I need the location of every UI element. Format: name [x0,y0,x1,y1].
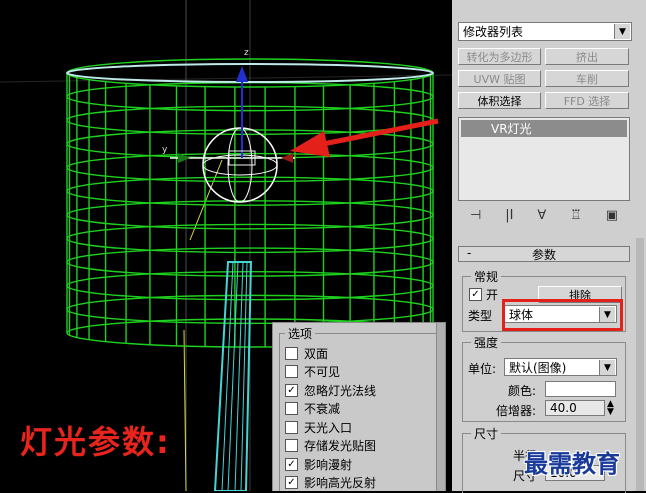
overlay-label: 灯光参数: [20,423,171,461]
option-row[interactable]: 双面 [285,345,328,361]
options-panel: 选项 双面不可见 ✓ 忽略灯光法线 不衰减天光入口存储发光贴图 ✓ 影响漫射 ✓ 影响高光反射 [272,322,446,491]
convert-to-poly-button[interactable]: 转化为多边形 [458,48,541,65]
lamp-stand-wireframe [213,261,253,491]
size-group-title: 尺寸 [471,425,502,442]
modifier-list-dropdown[interactable]: 修改器列表 ▼ [458,22,632,41]
volume-select-button[interactable]: 体积选择 [458,92,541,109]
multiplier-field[interactable]: 40.0 [545,400,605,416]
option-row[interactable]: 不衰减 [285,401,340,417]
uvw-map-button[interactable]: UVW 贴图 [458,70,541,87]
unit-value: 默认(图像) [509,360,567,375]
option-checkbox[interactable] [285,402,298,415]
option-row[interactable]: ✓ 影响漫射 [285,456,352,472]
chevron-down-icon[interactable]: ▼ [599,360,615,375]
option-row[interactable]: ✓ 影响高光反射 [285,475,376,491]
option-row[interactable]: 天光入口 [285,419,352,435]
options-title: 选项 [285,325,316,342]
pin-stack-icon[interactable]: ⊣ [470,208,481,223]
configure-sets-icon[interactable]: ▣ [606,208,618,223]
option-row[interactable]: 存储发光贴图 [285,438,376,454]
svg-text:z: z [244,48,249,58]
ffd-select-button[interactable]: FFD 选择 [545,92,629,109]
collapse-icon: - [467,246,472,260]
option-row[interactable]: ✓ 忽略灯光法线 [285,382,376,398]
option-label: 影响高光反射 [304,476,377,490]
option-label: 天光入口 [304,420,353,435]
highlight-box [502,299,623,331]
options-scrollbar[interactable] [436,323,445,491]
color-swatch[interactable] [545,381,616,397]
option-checkbox[interactable]: ✓ [285,476,298,489]
option-checkbox[interactable]: ✓ [285,457,298,471]
type-label: 类型 [468,309,493,323]
remove-modifier-icon[interactable]: ♖ [570,208,582,223]
show-end-result-icon[interactable]: |I [505,208,513,223]
intensity-group-title: 强度 [471,334,502,351]
multiplier-label: 倍增器: [496,404,537,418]
parameters-rollout-header[interactable]: - 参数 [458,246,630,262]
chevron-down-icon[interactable]: ▼ [614,24,630,39]
option-label: 双面 [304,346,329,361]
option-row[interactable]: 不可见 [285,364,340,380]
spinner-icon[interactable]: ▲ ▼ [607,400,614,417]
color-label: 颜色: [508,384,537,398]
make-unique-icon[interactable]: ∀ [537,208,546,223]
stack-item-vray-light[interactable]: VR灯光 [461,120,627,137]
rollout-title: 参数 [531,247,556,262]
svg-text:y: y [162,145,168,155]
watermark-logo: 最需教育 [524,450,620,478]
option-checkbox[interactable]: ✓ [285,383,298,397]
option-checkbox[interactable] [285,439,298,452]
on-label: 开 [486,288,499,302]
option-label: 影响漫射 [304,457,353,472]
option-checkbox[interactable] [285,365,298,378]
panel-scrollbar[interactable] [636,238,644,491]
general-group-title: 常规 [471,268,502,285]
on-checkbox[interactable]: ✓ [469,288,482,301]
command-panel: 修改器列表 ▼ 转化为多边形 挤出 UVW 贴图 车削 体积选择 FFD 选择 … [452,0,646,493]
viewport-perspective[interactable]: z y 灯光参数: 选项 双面不可见 ✓ 忽略灯光法线 不衰减天光入口存储发光贴图 ✓ 影… [0,0,452,491]
option-label: 不可见 [304,365,341,379]
modifier-list-label: 修改器列表 [463,25,524,39]
sphere-light-gizmo[interactable]: z y [162,48,295,203]
option-checkbox[interactable] [285,420,298,434]
option-label: 存储发光贴图 [304,439,377,453]
multiplier-value: 40.0 [550,401,577,415]
lathe-button[interactable]: 车削 [545,70,629,87]
option-label: 忽略灯光法线 [304,383,377,398]
unit-dropdown[interactable]: 默认(图像) ▼ [504,358,617,376]
option-checkbox[interactable] [285,346,298,360]
option-label: 不衰减 [304,402,341,416]
annotation-arrow [290,118,439,157]
extrude-button[interactable]: 挤出 [545,48,629,65]
modifier-stack[interactable]: VR灯光 [458,117,630,201]
stack-toolbar: ⊣ |I ∀ ♖ ▣ [458,203,630,227]
unit-label: 单位: [468,362,497,376]
